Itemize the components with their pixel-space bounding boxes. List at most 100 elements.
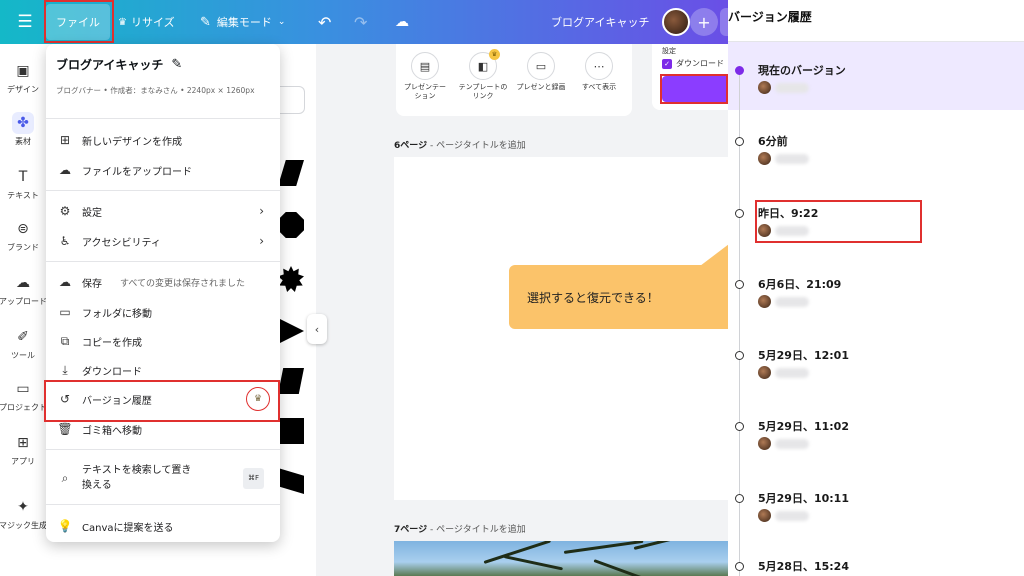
rail-item-text[interactable]: T テキスト: [0, 166, 46, 201]
version-author: [758, 509, 809, 522]
tool-record[interactable]: ▭ プレゼンと録画: [512, 52, 570, 92]
shape-item[interactable]: [278, 418, 304, 444]
page7-label[interactable]: 7ページ - ページタイトルを追加: [394, 522, 526, 535]
rail-item-projects[interactable]: ▭ プロジェクト: [0, 378, 47, 413]
restore-callout: 選択すると復元できる！: [509, 265, 745, 329]
shape-item[interactable]: [278, 318, 304, 344]
rail-item-upload[interactable]: ☁ アップロード: [0, 272, 47, 307]
menu-item-download[interactable]: ⤓ ダウンロード: [56, 358, 274, 382]
version-entry[interactable]: 6分前: [728, 129, 1024, 179]
shape-item[interactable]: [278, 368, 304, 394]
rail-label: アップロード: [0, 297, 47, 306]
version-author: [758, 224, 809, 237]
divider: [46, 449, 280, 450]
version-entry[interactable]: 5月29日、12:01: [728, 343, 1024, 393]
page7-number: 7ページ: [394, 525, 428, 535]
add-collaborator-plus-icon[interactable]: +: [690, 8, 718, 36]
page6-label[interactable]: 6ページ - ページタイトルを追加: [394, 138, 526, 151]
copy-icon: ⧉: [60, 333, 70, 348]
menu-item-find-replace[interactable]: ⌕ テキストを検索して置き 換える ⌘F: [56, 460, 274, 496]
menu-item-settings[interactable]: ⚙ 設定 ›: [56, 199, 274, 223]
version-entry[interactable]: 現在のバージョン: [728, 58, 1024, 108]
menu-item-label: Canvaに提案を送る: [82, 522, 174, 534]
menu-item-label: 設定: [82, 207, 102, 219]
chevron-down-icon: ⌄: [277, 17, 286, 27]
presentation-icon: ▤: [411, 52, 439, 80]
rail-item-elements[interactable]: ✤ 素材: [0, 112, 46, 147]
shape-item[interactable]: [278, 160, 304, 186]
hamburger-menu-icon[interactable]: ☰: [10, 0, 40, 44]
menu-item-suggest[interactable]: 💡 Canvaに提案を送る: [56, 514, 274, 538]
undo-icon[interactable]: ↶: [318, 0, 331, 44]
divider: [46, 190, 280, 191]
menu-item-make-copy[interactable]: ⧉ コピーを作成: [56, 329, 274, 353]
chevron-right-icon: ›: [259, 234, 264, 248]
menu-item-save[interactable]: ☁ 保存 すべての変更は保存されました: [56, 270, 274, 294]
version-entry[interactable]: 5月29日、10:11: [728, 486, 1024, 536]
timeline-dot: [735, 562, 744, 571]
cloud-saved-icon[interactable]: ☁: [395, 0, 409, 44]
search-icon: ⌕: [61, 470, 69, 485]
more-icon: ⋯: [585, 52, 613, 80]
menu-item-label: ダウンロード: [82, 366, 142, 378]
tool-see-all[interactable]: ⋯ すべて表示: [570, 52, 628, 92]
shape-item[interactable]: [278, 212, 304, 238]
download-settings-label: 設定: [662, 47, 676, 55]
blurred-name: [775, 438, 809, 449]
blurred-name: [775, 153, 809, 164]
timeline-dot: [735, 209, 744, 218]
menu-item-version-history[interactable]: ↺ バージョン履歴 ♛: [56, 387, 274, 411]
edit-mode-dropdown[interactable]: ✎ 編集モード ⌄: [200, 0, 285, 44]
page6-number: 6ページ: [394, 141, 428, 151]
collapse-panel-chevron-icon[interactable]: ‹: [307, 314, 327, 344]
user-avatar[interactable]: [662, 8, 690, 36]
version-entry[interactable]: 5月28日、15:24: [728, 554, 1024, 576]
upload-icon: ☁: [16, 275, 30, 291]
shape-item[interactable]: [278, 468, 304, 494]
version-author: [758, 152, 809, 165]
rail-item-design[interactable]: ▣ デザイン: [0, 60, 46, 95]
rail-item-magic[interactable]: ✦ マジック生成: [0, 496, 47, 531]
tool-label: プレゼンテー ション: [404, 83, 446, 100]
version-entry[interactable]: 6月6日、21:09: [728, 272, 1024, 322]
redo-icon[interactable]: ↷: [354, 0, 367, 44]
tool-template-link[interactable]: ◧ ♛ テンプレートの リンク: [454, 49, 512, 101]
rail-label: プロジェクト: [0, 403, 47, 412]
download-button[interactable]: [662, 76, 728, 102]
download-checkbox-label: ダウンロード: [676, 59, 724, 68]
file-menu-button[interactable]: ファイル: [46, 4, 110, 40]
lightbulb-icon: 💡: [57, 519, 73, 533]
side-search-box-edge[interactable]: [280, 86, 305, 114]
tool-label: プレゼンと録画: [516, 83, 566, 91]
version-panel-title: バージョン履歴: [728, 10, 812, 24]
shape-item[interactable]: [278, 266, 304, 292]
menu-item-accessibility[interactable]: ♿ アクセシビリティ ›: [56, 229, 274, 253]
rail-label: デザイン: [7, 85, 39, 94]
version-label: 6月6日、21:09: [758, 278, 842, 291]
tool-presentation[interactable]: ▤ プレゼンテー ション: [396, 52, 454, 101]
rail-label: 素材: [15, 137, 31, 146]
folder-icon: ▭: [59, 305, 71, 319]
menu-item-new-design[interactable]: ⊞ 新しいデザインを作成: [56, 128, 274, 152]
menu-design-title[interactable]: ブログアイキャッチ ✎: [56, 56, 182, 73]
download-checkbox[interactable]: ✓ ダウンロード: [662, 58, 724, 69]
menu-item-upload-file[interactable]: ☁ ファイルをアップロード: [56, 158, 274, 182]
version-entry[interactable]: 昨日、9:22: [728, 201, 1024, 251]
timeline-dot: [735, 351, 744, 360]
crown-icon: ♛: [246, 387, 270, 411]
version-author: [758, 295, 809, 308]
rail-item-apps[interactable]: ⊞ アプリ: [0, 432, 46, 467]
trash-icon: 🗑: [57, 422, 73, 436]
menu-item-trash[interactable]: 🗑 ゴミ箱へ移動: [56, 417, 274, 441]
design-title-text: ブログアイキャッチ: [56, 58, 164, 72]
page-7-canvas[interactable]: [394, 541, 728, 576]
version-entry[interactable]: 5月29日、11:02: [728, 414, 1024, 464]
blurred-name: [775, 510, 809, 521]
cloud-upload-icon: ☁: [59, 163, 71, 177]
gear-icon: ⚙: [59, 204, 71, 218]
resize-button[interactable]: ♛ リサイズ: [118, 0, 175, 44]
rail-item-brand[interactable]: ⊜ ブランド: [0, 218, 46, 253]
menu-item-move-folder[interactable]: ▭ フォルダに移動: [56, 300, 274, 324]
document-title[interactable]: ブログアイキャッチ: [551, 0, 649, 44]
rail-item-tools[interactable]: ✐ ツール: [0, 326, 46, 361]
